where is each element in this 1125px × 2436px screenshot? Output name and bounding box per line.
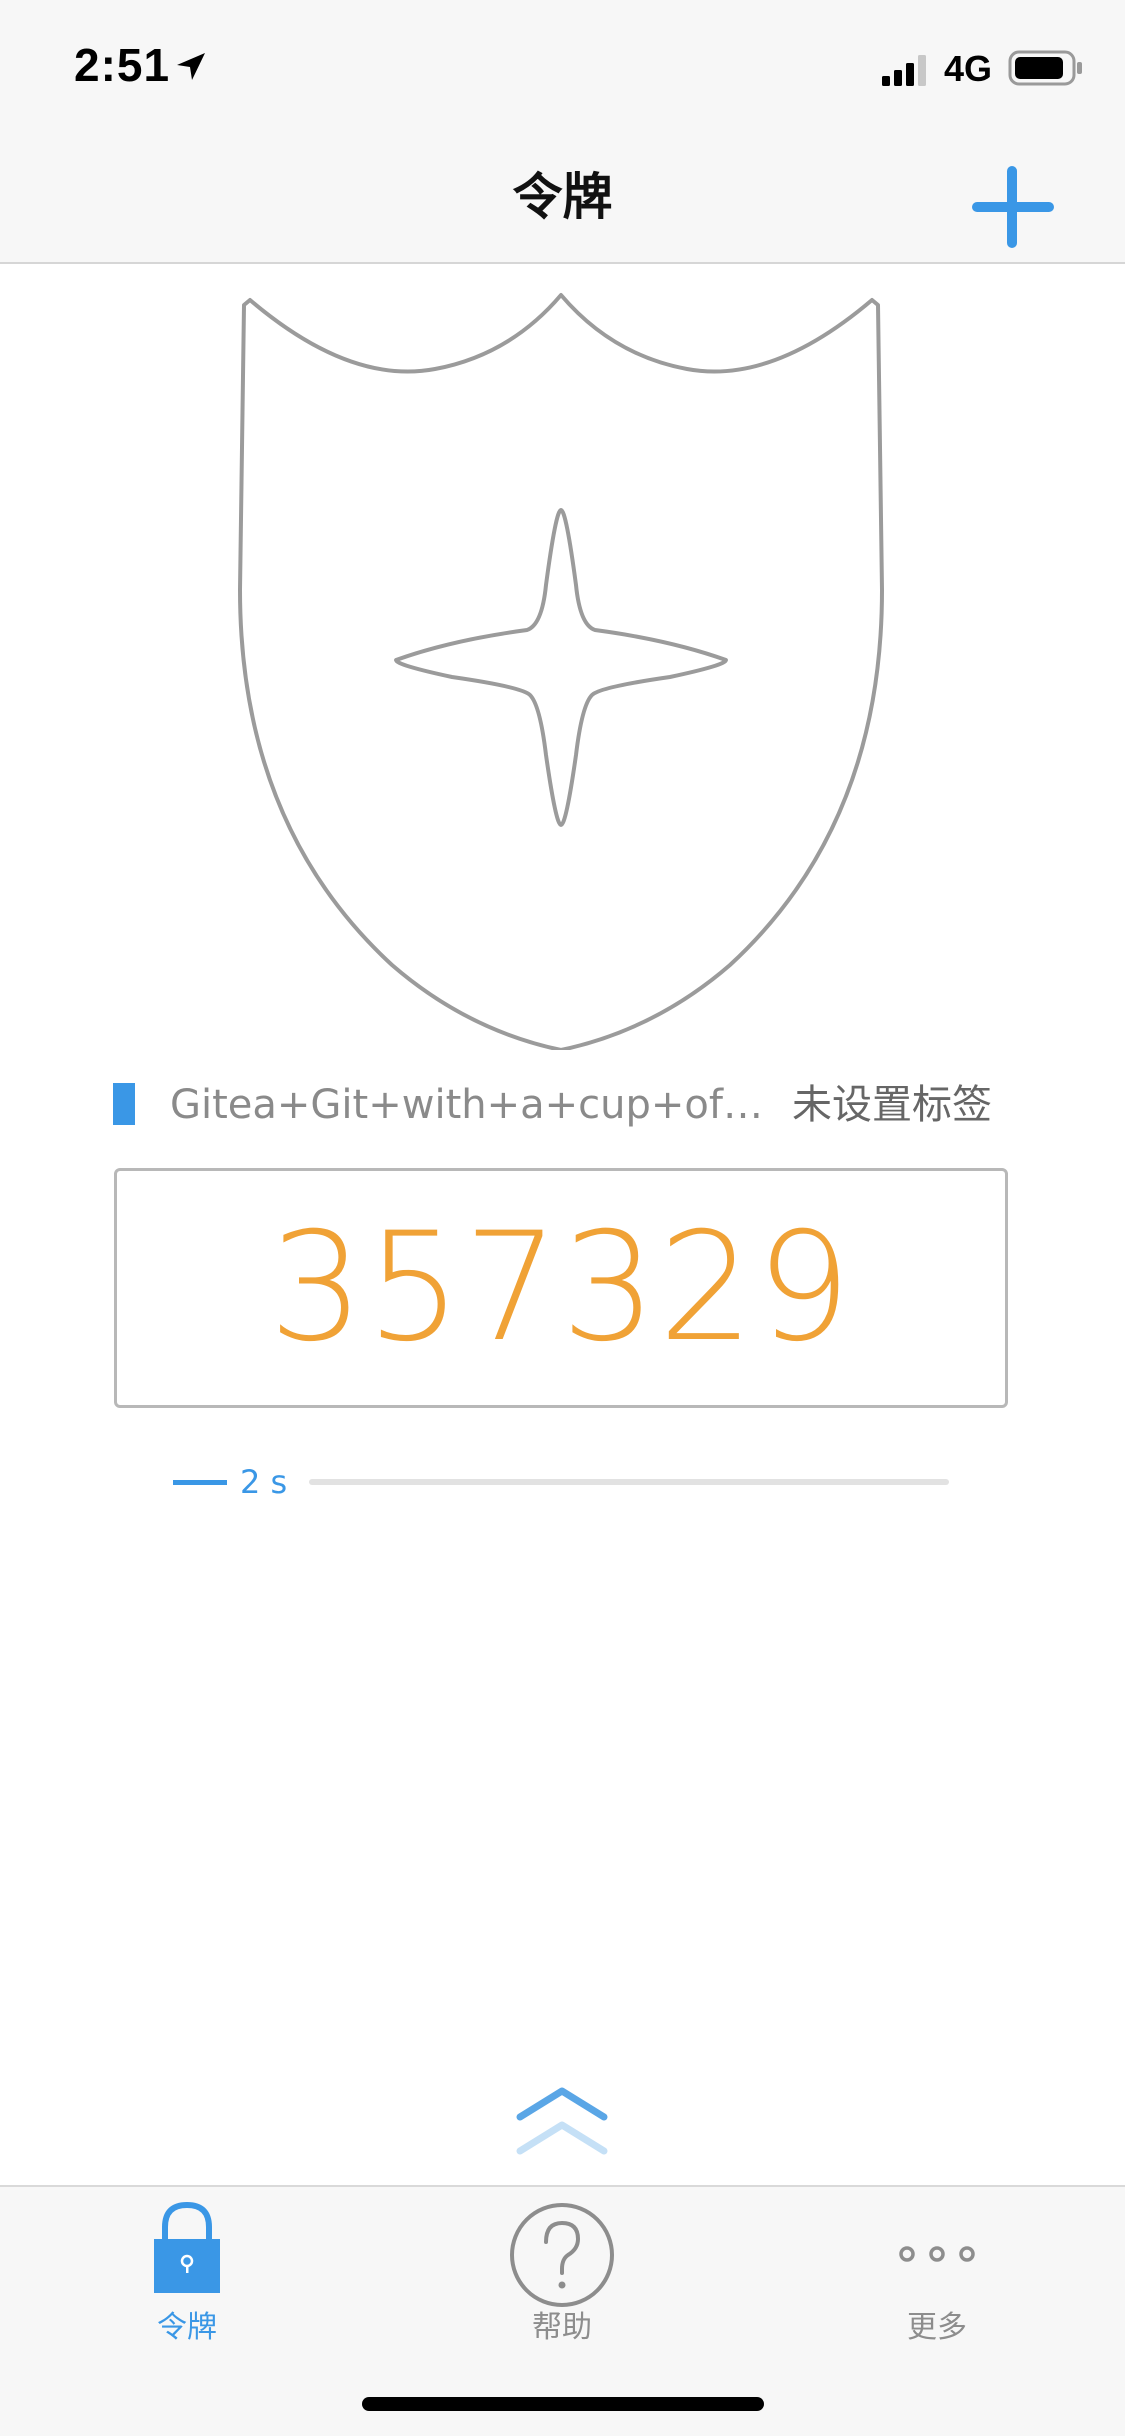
question-circle-icon [510, 2203, 614, 2307]
shield-icon [238, 293, 884, 1050]
tab-more-label: 更多 [907, 2310, 967, 2345]
otp-code-box[interactable]: 357329 [114, 1168, 1008, 1408]
tab-tokens-label: 令牌 [157, 2310, 217, 2345]
token-color-marker [113, 1083, 135, 1125]
app-screen: 2:51 4G 令牌 Gitea+Git+with+a+cup+of+te...… [0, 0, 1125, 2436]
battery-icon [1008, 50, 1082, 86]
navigation-bar: 令牌 [0, 132, 1125, 264]
countdown-label: 2 s [240, 1463, 288, 1501]
token-issuer: Gitea+Git+with+a+cup+of+te... [170, 1082, 778, 1128]
otp-code: 357329 [268, 1201, 854, 1375]
countdown-track [309, 1479, 949, 1485]
location-arrow-icon [177, 53, 205, 80]
plus-icon [972, 166, 1054, 248]
cellular-signal-icon [882, 55, 926, 86]
tab-help[interactable]: 帮助 [437, 2187, 687, 2352]
countdown-progress-bar [173, 1480, 227, 1485]
page-title: 令牌 [512, 168, 613, 226]
status-bar: 2:51 4G [0, 0, 1125, 132]
token-tag[interactable]: 未设置标签 [792, 1080, 992, 1130]
expand-chevron-icon[interactable] [514, 2083, 610, 2159]
tab-tokens[interactable]: 令牌 [62, 2187, 312, 2352]
more-dots-icon [899, 2246, 975, 2262]
tab-help-label: 帮助 [532, 2310, 592, 2345]
status-time: 2:51 [74, 39, 171, 91]
tab-more[interactable]: 更多 [812, 2187, 1062, 2352]
home-indicator[interactable] [362, 2397, 764, 2411]
network-type: 4G [944, 48, 993, 89]
add-token-button[interactable] [960, 154, 1066, 260]
padlock-icon [154, 2201, 220, 2293]
